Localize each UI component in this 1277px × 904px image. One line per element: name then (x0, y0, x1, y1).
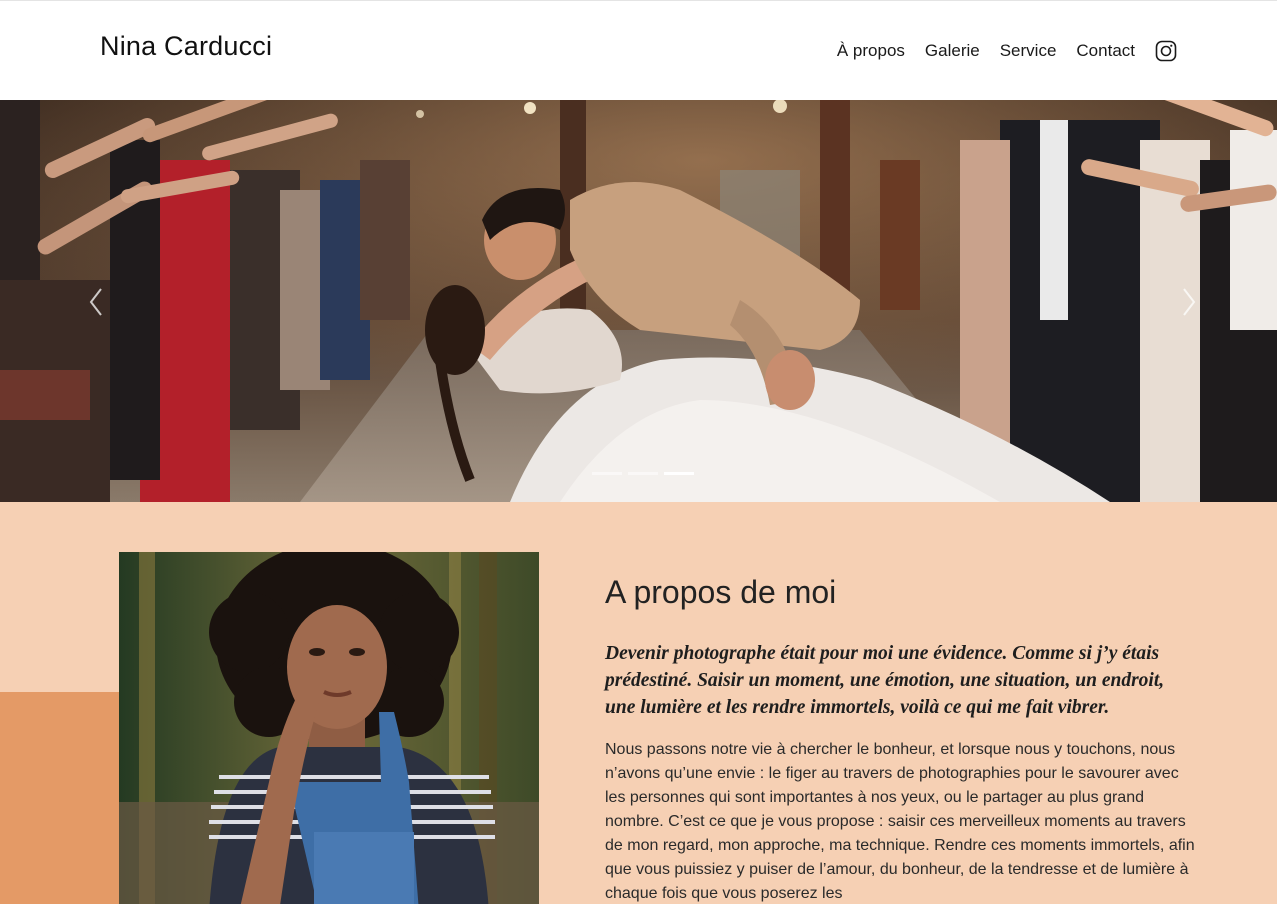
about-title: A propos de moi (605, 574, 837, 610)
carousel-indicator-2[interactable] (628, 472, 658, 475)
chevron-left-icon (89, 288, 102, 316)
portrait-image (119, 552, 539, 904)
nav-link-about[interactable]: À propos (837, 41, 905, 61)
about-lead-quote: Devenir photographe était pour moi une é… (605, 643, 1165, 718)
carousel-prev-button[interactable] (84, 282, 108, 322)
main-nav: À propos Galerie Service Contact (837, 40, 1177, 62)
carousel-indicator-3[interactable] (664, 472, 694, 475)
carousel-next-button[interactable] (1177, 282, 1201, 322)
hero-carousel (0, 100, 1277, 502)
about-section: A propos de moi Devenir photographe étai… (0, 502, 1277, 904)
carousel-indicators (592, 472, 694, 475)
hero-image (0, 100, 1277, 502)
about-text-block: A propos de moi Devenir photographe étai… (605, 574, 1195, 904)
nav-link-contact[interactable]: Contact (1076, 41, 1135, 61)
carousel-indicator-1[interactable] (592, 472, 622, 475)
nav-link-gallery[interactable]: Galerie (925, 41, 980, 61)
instagram-icon[interactable] (1155, 40, 1177, 62)
about-body-text: Nous passons notre vie à chercher le bon… (605, 741, 1195, 902)
chevron-right-icon (1183, 288, 1196, 316)
nav-link-service[interactable]: Service (1000, 41, 1057, 61)
brand-logo[interactable]: Nina Carducci (100, 31, 272, 62)
site-header: Nina Carducci À propos Galerie Service C… (0, 0, 1277, 100)
